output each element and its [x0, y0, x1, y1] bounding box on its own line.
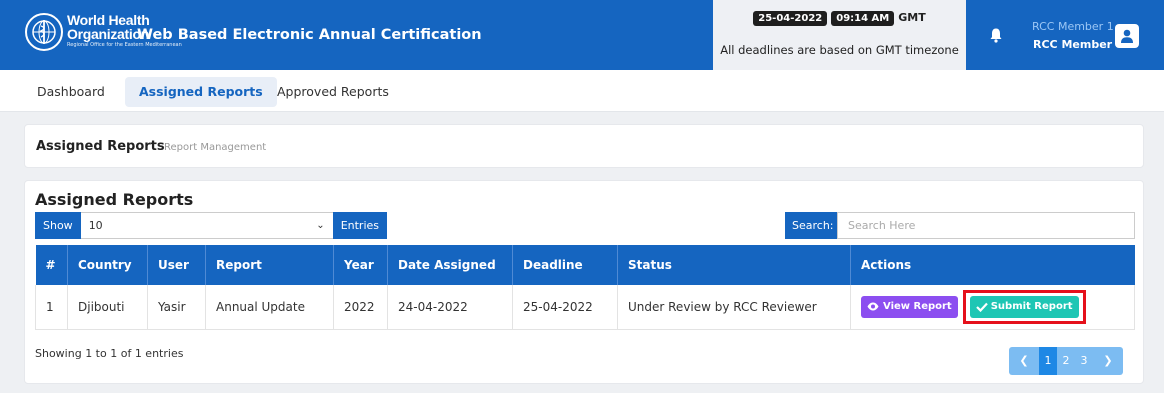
cell-deadline: 25-04-2022: [512, 285, 618, 330]
chevron-right-icon[interactable]: ❯: [1093, 347, 1123, 375]
cell-status: Under Review by RCC Reviewer: [617, 285, 851, 330]
view-report-button[interactable]: View Report: [861, 295, 958, 318]
col-header-report[interactable]: Report: [205, 245, 334, 285]
cell-number: 1: [35, 285, 68, 330]
entries-label: Entries: [332, 212, 387, 239]
reports-table: # Country User Report Year Date Assigned…: [35, 245, 1135, 330]
col-header-deadline[interactable]: Deadline: [512, 245, 618, 285]
submit-report-label: Submit Report: [990, 301, 1073, 313]
page-length-control: Show 10 ⌄ Entries: [35, 212, 387, 239]
search-label: Search:: [785, 212, 841, 239]
search-input[interactable]: [837, 212, 1135, 239]
who-logo-icon: [25, 13, 63, 51]
cell-user: Yasir: [147, 285, 206, 330]
page-title: Assigned Reports: [36, 139, 165, 154]
page-length-select[interactable]: 10 ⌄: [80, 212, 333, 239]
bell-icon[interactable]: [988, 27, 1004, 43]
reports-panel: Assigned Reports Show 10 ⌄ Entries Searc…: [24, 180, 1144, 384]
breadcrumb: Assigned Reports Report Management: [24, 124, 1144, 168]
user-name[interactable]: RCC Member 1: [1032, 20, 1114, 33]
col-header-year[interactable]: Year: [333, 245, 388, 285]
cell-report: Annual Update: [205, 285, 334, 330]
deadline-note: All deadlines are based on GMT timezone: [720, 43, 959, 57]
col-header-date-assigned[interactable]: Date Assigned: [387, 245, 513, 285]
nav-assigned-reports[interactable]: Assigned Reports: [125, 77, 277, 107]
table-info: Showing 1 to 1 of 1 entries: [35, 347, 184, 360]
table-header-row: # Country User Report Year Date Assigned…: [35, 245, 1135, 285]
app-title: Web Based Electronic Annual Certificatio…: [137, 27, 482, 43]
submit-report-highlight: Submit Report: [962, 289, 1086, 324]
timezone-label: GMT: [898, 11, 926, 24]
chevron-down-icon: ⌄: [316, 220, 325, 231]
org-name-line1: World Health: [67, 12, 150, 28]
page-subtitle: Report Management: [164, 142, 267, 153]
current-date-badge: 25-04-2022: [753, 11, 828, 26]
user-role: RCC Member: [1033, 38, 1113, 51]
pagination: ❮ 1 2 3 ❯: [1009, 347, 1123, 375]
col-header-number[interactable]: #: [35, 245, 68, 285]
org-region: Regional Office for the Eastern Mediterr…: [67, 42, 182, 48]
nav-dashboard[interactable]: Dashboard: [23, 77, 119, 107]
col-header-actions: Actions: [850, 245, 1135, 285]
main-nav: Dashboard Assigned Reports Approved Repo…: [0, 70, 1164, 112]
deadline-info: 25-04-2022 09:14 AM GMT All deadlines are …: [713, 0, 966, 70]
col-header-status[interactable]: Status: [617, 245, 851, 285]
page-3-button[interactable]: 3: [1075, 347, 1093, 375]
current-time-badge: 09:14 AM: [831, 11, 895, 26]
cell-country: Djibouti: [67, 285, 148, 330]
app-header: World Health Organization Regional Offic…: [0, 0, 1164, 70]
view-report-label: View Report: [883, 301, 952, 313]
col-header-country[interactable]: Country: [67, 245, 148, 285]
user-avatar-icon[interactable]: [1115, 24, 1139, 48]
page-2-button[interactable]: 2: [1057, 347, 1075, 375]
cell-year: 2022: [333, 285, 388, 330]
section-title: Assigned Reports: [35, 190, 194, 209]
table-row: 1 Djibouti Yasir Annual Update 2022 24-0…: [35, 285, 1135, 330]
eye-icon: [867, 302, 879, 311]
cell-date-assigned: 24-04-2022: [387, 285, 513, 330]
col-header-user[interactable]: User: [147, 245, 206, 285]
check-icon: [975, 302, 988, 312]
nav-approved-reports[interactable]: Approved Reports: [263, 77, 403, 107]
show-label: Show: [35, 212, 81, 239]
submit-report-button[interactable]: Submit Report: [969, 295, 1079, 318]
chevron-left-icon[interactable]: ❮: [1009, 347, 1039, 375]
cell-actions: View Report Submit Report: [850, 285, 1135, 330]
page-1-button[interactable]: 1: [1039, 347, 1057, 375]
page-length-value: 10: [88, 219, 103, 232]
